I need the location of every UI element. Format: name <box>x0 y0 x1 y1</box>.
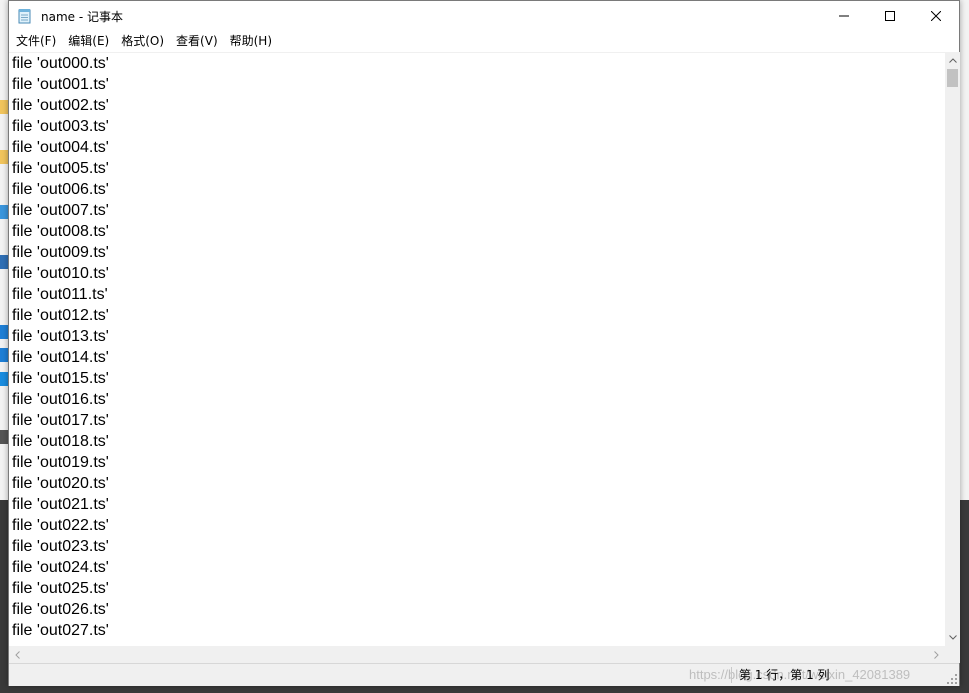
text-line: file 'out007.ts' <box>12 202 109 219</box>
scrollbar-corner <box>945 646 960 663</box>
text-line: file 'out003.ts' <box>12 118 109 135</box>
text-line: file 'out014.ts' <box>12 349 109 366</box>
text-editor[interactable]: file 'out000.ts' file 'out001.ts' file '… <box>9 52 945 647</box>
text-line: file 'out015.ts' <box>12 370 109 387</box>
status-divider <box>731 667 732 683</box>
chevron-down-icon <box>948 635 957 640</box>
text-line: file 'out000.ts' <box>12 55 109 72</box>
chevron-left-icon <box>15 650 20 659</box>
text-line: file 'out010.ts' <box>12 265 109 282</box>
text-line: file 'out013.ts' <box>12 328 109 345</box>
cursor-position: 第 1 行，第 1 列 <box>739 668 830 682</box>
text-line: file 'out022.ts' <box>12 517 109 534</box>
text-line: file 'out002.ts' <box>12 97 109 114</box>
text-line: file 'out004.ts' <box>12 139 109 156</box>
scroll-right-button[interactable] <box>928 646 945 663</box>
notepad-icon <box>17 8 33 24</box>
menu-edit[interactable]: 编辑(E) <box>62 31 115 51</box>
text-line: file 'out012.ts' <box>12 307 109 324</box>
close-icon <box>931 11 941 21</box>
menu-format[interactable]: 格式(O) <box>115 31 170 51</box>
text-line: file 'out005.ts' <box>12 160 109 177</box>
maximize-button[interactable] <box>867 1 913 31</box>
minimize-icon <box>839 15 849 17</box>
text-line: file 'out027.ts' <box>12 622 109 639</box>
scroll-left-button[interactable] <box>9 646 26 663</box>
text-line: file 'out019.ts' <box>12 454 109 471</box>
text-line: file 'out017.ts' <box>12 412 109 429</box>
chevron-up-icon <box>948 58 957 63</box>
text-line: file 'out009.ts' <box>12 244 109 261</box>
text-line: file 'out021.ts' <box>12 496 109 513</box>
maximize-icon <box>885 11 895 21</box>
desktop-right-edge <box>960 0 969 500</box>
title-bar[interactable]: name - 记事本 <box>9 1 959 31</box>
minimize-button[interactable] <box>821 1 867 31</box>
text-line: file 'out023.ts' <box>12 538 109 555</box>
notepad-window: name - 记事本 文件(F) 编辑(E) 格式(O) 查看(V) 帮助(H)… <box>8 0 960 686</box>
text-line: file 'out011.ts' <box>12 286 108 303</box>
text-line: file 'out024.ts' <box>12 559 109 576</box>
scroll-down-button[interactable] <box>945 629 960 646</box>
text-line: file 'out006.ts' <box>12 181 109 198</box>
window-title: name - 记事本 <box>41 9 123 24</box>
close-button[interactable] <box>913 1 959 31</box>
text-line: file 'out026.ts' <box>12 601 109 618</box>
menu-help[interactable]: 帮助(H) <box>224 31 278 51</box>
resize-grip-icon[interactable] <box>947 674 957 684</box>
chevron-right-icon <box>934 650 939 659</box>
scroll-up-button[interactable] <box>945 52 960 69</box>
text-line: file 'out008.ts' <box>12 223 109 240</box>
menu-bar: 文件(F) 编辑(E) 格式(O) 查看(V) 帮助(H) <box>9 31 959 51</box>
vertical-scrollbar[interactable] <box>945 52 960 646</box>
vertical-scroll-thumb[interactable] <box>947 69 958 87</box>
menu-view[interactable]: 查看(V) <box>170 31 224 51</box>
text-line: file 'out001.ts' <box>12 76 109 93</box>
menu-file[interactable]: 文件(F) <box>10 31 62 51</box>
horizontal-scrollbar[interactable] <box>9 646 945 663</box>
text-line: file 'out016.ts' <box>12 391 109 408</box>
caption-buttons <box>821 1 959 31</box>
text-line: file 'out018.ts' <box>12 433 109 450</box>
text-line: file 'out025.ts' <box>12 580 109 597</box>
status-bar: https://blog.csdn.net/weixin_42081389 第 … <box>9 663 959 686</box>
text-line: file 'out020.ts' <box>12 475 109 492</box>
